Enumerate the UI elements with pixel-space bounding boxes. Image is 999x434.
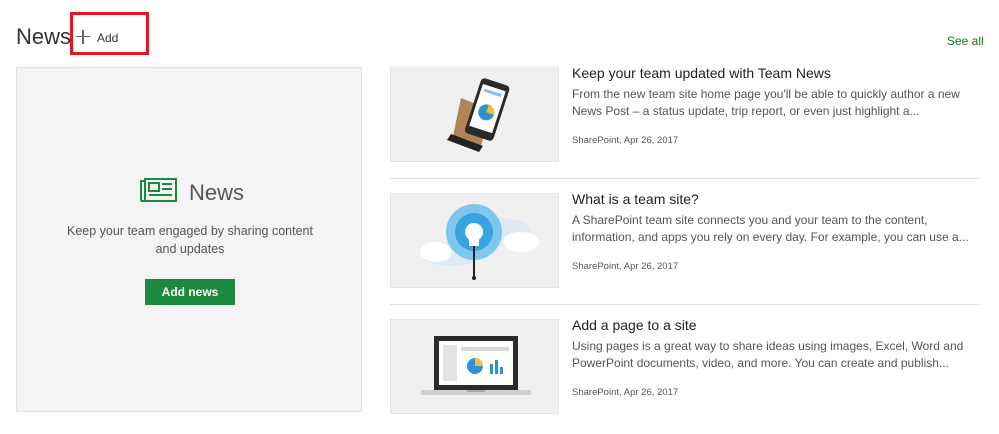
add-label: Add <box>97 31 119 45</box>
divider <box>390 178 979 179</box>
news-item[interactable]: Keep your team updated with Team News Fr… <box>390 65 979 163</box>
article-title[interactable]: What is a team site? <box>572 191 699 207</box>
page-title: News <box>16 24 72 49</box>
article-description: A SharePoint team site connects you and … <box>572 213 969 244</box>
plus-icon <box>76 29 90 44</box>
article-description: Using pages is a great way to share idea… <box>572 339 964 370</box>
add-news-button[interactable]: Add news <box>145 279 235 305</box>
article-title[interactable]: Keep your team updated with Team News <box>572 65 831 81</box>
lightbulb-cloud-icon <box>420 204 539 280</box>
article-meta: SharePoint, Apr 26, 2017 <box>572 387 679 398</box>
news-item[interactable]: What is a team site? A SharePoint team s… <box>390 191 979 289</box>
article-thumbnail[interactable] <box>390 67 559 162</box>
article-title[interactable]: Add a page to a site <box>572 317 697 333</box>
featured-title: News <box>189 180 245 205</box>
laptop-chart-icon <box>421 336 531 395</box>
newspaper-icon <box>140 178 177 202</box>
article-description: From the new team site home page you'll … <box>572 87 960 118</box>
news-item[interactable]: Add a page to a site Using pages is a gr… <box>390 317 979 415</box>
phone-in-hand-icon <box>447 78 510 152</box>
divider <box>390 304 979 305</box>
add-button[interactable]: Add <box>76 28 118 45</box>
article-meta: SharePoint, Apr 26, 2017 <box>572 261 679 272</box>
featured-card: News Keep your team engaged by sharing c… <box>16 67 362 412</box>
featured-description: Keep your team engaged by sharing conten… <box>66 224 313 256</box>
article-thumbnail[interactable] <box>390 193 559 288</box>
see-all-link[interactable]: See all <box>947 34 984 48</box>
article-meta: SharePoint, Apr 26, 2017 <box>572 135 679 146</box>
article-thumbnail[interactable] <box>390 319 559 414</box>
